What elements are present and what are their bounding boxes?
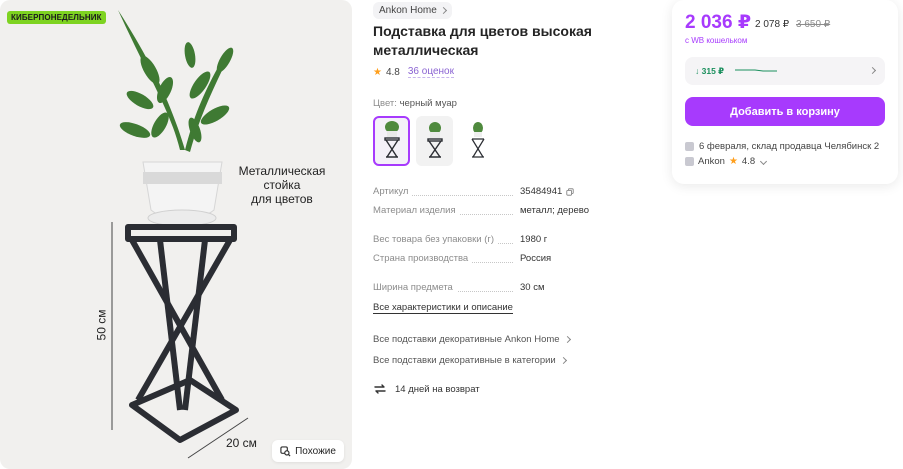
color-label-text: Цвет: bbox=[373, 98, 397, 109]
chevron-right-icon bbox=[868, 66, 877, 75]
chevron-right-icon bbox=[559, 356, 567, 365]
brand-category-link[interactable]: Все подставки декоративные Ankon Home bbox=[373, 334, 571, 345]
price-old: 3 650 ₽ bbox=[796, 19, 831, 30]
color-value: черный муар bbox=[399, 98, 457, 109]
spec-label: Артикул bbox=[373, 186, 413, 197]
wallet-note: с WB кошельком bbox=[685, 36, 748, 45]
similar-search-icon bbox=[280, 445, 291, 457]
reviews-link[interactable]: 36 оценок bbox=[407, 66, 454, 78]
spec-row: Артикул 35484941 bbox=[373, 186, 623, 200]
spec-label: Ширина предмета bbox=[373, 282, 457, 293]
category-link[interactable]: Все подставки декоративные в категории bbox=[373, 355, 567, 366]
swatch-stand-image bbox=[426, 122, 443, 158]
copy-icon[interactable] bbox=[566, 187, 574, 196]
seller-link[interactable]: Ankon ★ 4.8 bbox=[685, 156, 768, 167]
return-policy-label: 14 дней на возврат bbox=[395, 383, 480, 395]
star-icon: ★ bbox=[373, 66, 382, 78]
return-arrows-icon bbox=[374, 384, 386, 394]
delivery-info: 6 февраля, склад продавца Челябинск 2 bbox=[685, 141, 879, 152]
chevron-down-icon bbox=[760, 157, 768, 166]
photo-caption-line: для цветов bbox=[251, 192, 313, 206]
product-rating: ★ 4.8 36 оценок bbox=[373, 66, 454, 78]
seller-name: Ankon bbox=[698, 156, 725, 167]
height-dimension-label: 50 см bbox=[94, 309, 109, 341]
price-without-wallet: 2 078 ₽ bbox=[755, 19, 790, 30]
price-trend-line bbox=[735, 69, 777, 72]
buy-card: 2 036 ₽ 2 078 ₽ 3 650 ₽ с WB кошельком ↓… bbox=[672, 0, 898, 184]
shop-icon bbox=[685, 157, 694, 166]
all-specs-link[interactable]: Все характеристики и описание bbox=[373, 302, 513, 314]
spec-value: металл; дерево bbox=[520, 205, 590, 216]
product-title: Подставка для цветов высокая металлическ… bbox=[373, 23, 592, 58]
spec-label: Материал изделия bbox=[373, 205, 460, 216]
star-icon: ★ bbox=[728, 156, 738, 167]
width-dimension-label: 20 см bbox=[226, 436, 257, 450]
color-swatches bbox=[373, 116, 496, 166]
photo-caption-line: Металлическая bbox=[238, 164, 326, 178]
category-label: Все подставки декоративные в категории bbox=[373, 355, 556, 366]
spec-value: 35484941 bbox=[520, 186, 575, 197]
spec-row: Материал изделия металл; дерево bbox=[373, 205, 623, 219]
spec-row: Вес товара без упаковки (г) 1980 г bbox=[373, 234, 623, 248]
brand-category-label: Все подставки декоративные Ankon Home bbox=[373, 334, 560, 345]
photo-caption: Металлическая стойка для цветов bbox=[226, 164, 338, 206]
chevron-right-icon bbox=[563, 335, 571, 344]
brand-name: Ankon Home bbox=[379, 5, 437, 16]
promo-badge: КИБЕРПОНЕДЕЛЬНИК bbox=[7, 11, 106, 24]
return-policy: 14 дней на возврат bbox=[373, 382, 480, 396]
photo-caption-line: стойка bbox=[263, 178, 301, 192]
rating-value: 4.8 bbox=[385, 66, 400, 78]
spec-label: Вес товара без упаковки (г) bbox=[373, 234, 499, 245]
similar-button-label: Похожие bbox=[295, 445, 336, 457]
seller-rating: 4.8 bbox=[741, 156, 756, 167]
color-swatch[interactable] bbox=[459, 116, 496, 166]
spec-label: Страна производства bbox=[373, 253, 473, 264]
article-number: 35484941 bbox=[520, 186, 563, 197]
color-swatch-selected[interactable] bbox=[373, 116, 410, 166]
product-photo[interactable]: КИБЕРПОНЕДЕЛЬНИК Металлическая стойка дл… bbox=[0, 0, 352, 469]
spec-row: Страна производства Россия bbox=[373, 253, 623, 267]
swatch-stand-image bbox=[383, 121, 400, 158]
spec-row: Ширина предмета 30 см bbox=[373, 282, 623, 296]
add-to-cart-button[interactable]: Добавить в корзину bbox=[685, 97, 885, 126]
spec-value: 1980 г bbox=[520, 234, 548, 245]
price-current: 2 036 ₽ bbox=[685, 12, 752, 33]
chevron-right-icon bbox=[439, 6, 447, 15]
brand-link[interactable]: Ankon Home bbox=[373, 2, 452, 19]
warehouse-icon bbox=[685, 142, 694, 151]
swatch-stand-image bbox=[470, 122, 485, 158]
color-label: Цвет: черный муар bbox=[373, 98, 457, 109]
spec-value: 30 см bbox=[520, 282, 545, 293]
price-drop: ↓ 315 ₽ bbox=[695, 66, 725, 76]
spec-value: Россия bbox=[520, 253, 552, 264]
delivery-label: 6 февраля, склад продавца Челябинск 2 bbox=[699, 141, 880, 152]
plant-stand-image bbox=[111, 10, 249, 459]
price-history-button[interactable]: ↓ 315 ₽ bbox=[685, 57, 885, 85]
color-swatch[interactable] bbox=[416, 116, 453, 166]
similar-button[interactable]: Похожие bbox=[272, 440, 344, 462]
